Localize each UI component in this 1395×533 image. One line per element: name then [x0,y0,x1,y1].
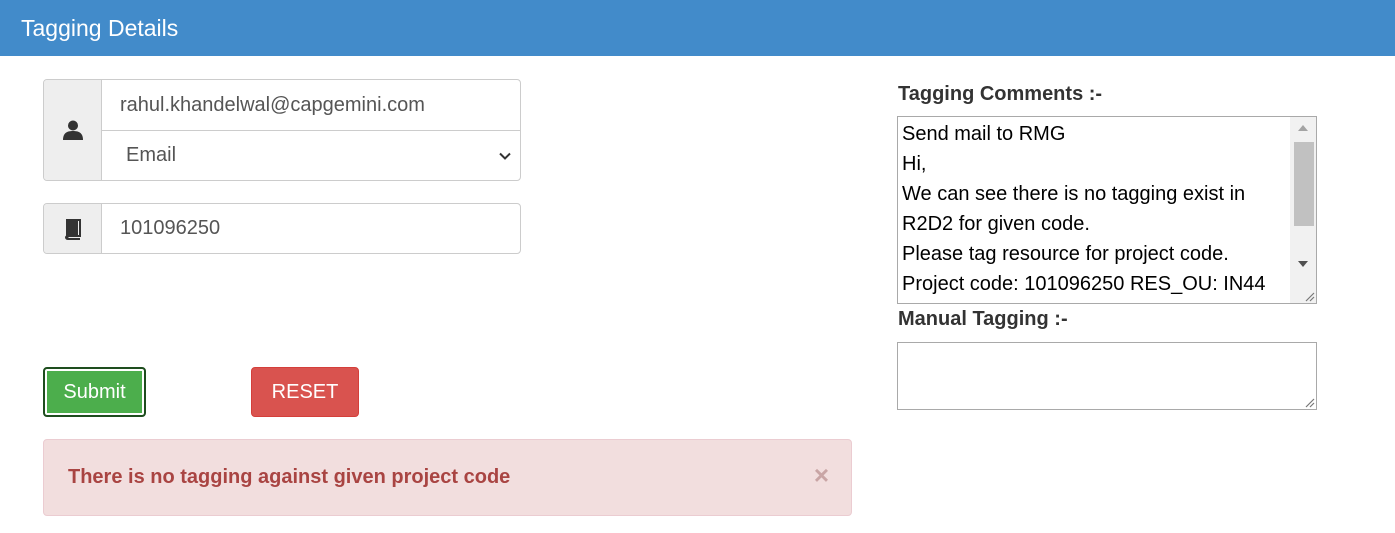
comment-line: We can see there is no tagging exist in [902,183,1246,205]
submit-button[interactable]: Submit [43,367,146,417]
comment-line: Send mail to RMG [902,123,1066,145]
email-field[interactable]: rahul.khandelwal@capgemini.com [102,80,520,130]
project-code-input-group: 101096250 [43,203,521,254]
tagging-comments-textarea[interactable]: Send mail to RMG Hi, We can see there is… [897,116,1317,304]
comment-line: Hi, [902,153,927,175]
tagging-comments-content: Send mail to RMG Hi, We can see there is… [902,119,1286,299]
search-type-selected: Email [126,144,177,166]
project-code-field[interactable]: 101096250 [102,204,520,253]
alert-message: There is no tagging against given projec… [68,466,511,488]
comments-scrollbar[interactable] [1290,117,1316,303]
user-addon [44,80,102,180]
manual-tagging-label: Manual Tagging :- [898,308,1068,330]
page-title: Tagging Details [21,15,179,41]
error-alert: There is no tagging against given projec… [43,439,852,516]
comment-line: R2D2 for given code. [902,213,1090,235]
close-icon[interactable]: × [814,462,829,488]
search-type-select[interactable]: Email [102,130,520,180]
chevron-down-icon [499,152,511,160]
resize-grip-icon[interactable] [1303,396,1315,408]
email-input-group: rahul.khandelwal@capgemini.com Email [43,79,521,181]
scrollbar-thumb[interactable] [1294,142,1314,226]
resize-grip-icon[interactable] [1303,290,1315,302]
project-addon [44,204,102,253]
comment-line: Please tag resource for project code. [902,243,1229,265]
book-icon [64,218,81,240]
user-icon [62,120,83,140]
reset-button[interactable]: RESET [251,367,359,417]
comment-line: Project code: 101096250 RES_OU: IN44 [902,273,1266,295]
page-header: Tagging Details [0,0,1395,56]
tagging-comments-label: Tagging Comments :- [898,83,1103,105]
manual-tagging-textarea[interactable] [897,342,1317,410]
scroll-down-arrow-icon[interactable] [1290,253,1316,275]
scroll-up-arrow-icon[interactable] [1290,117,1316,139]
